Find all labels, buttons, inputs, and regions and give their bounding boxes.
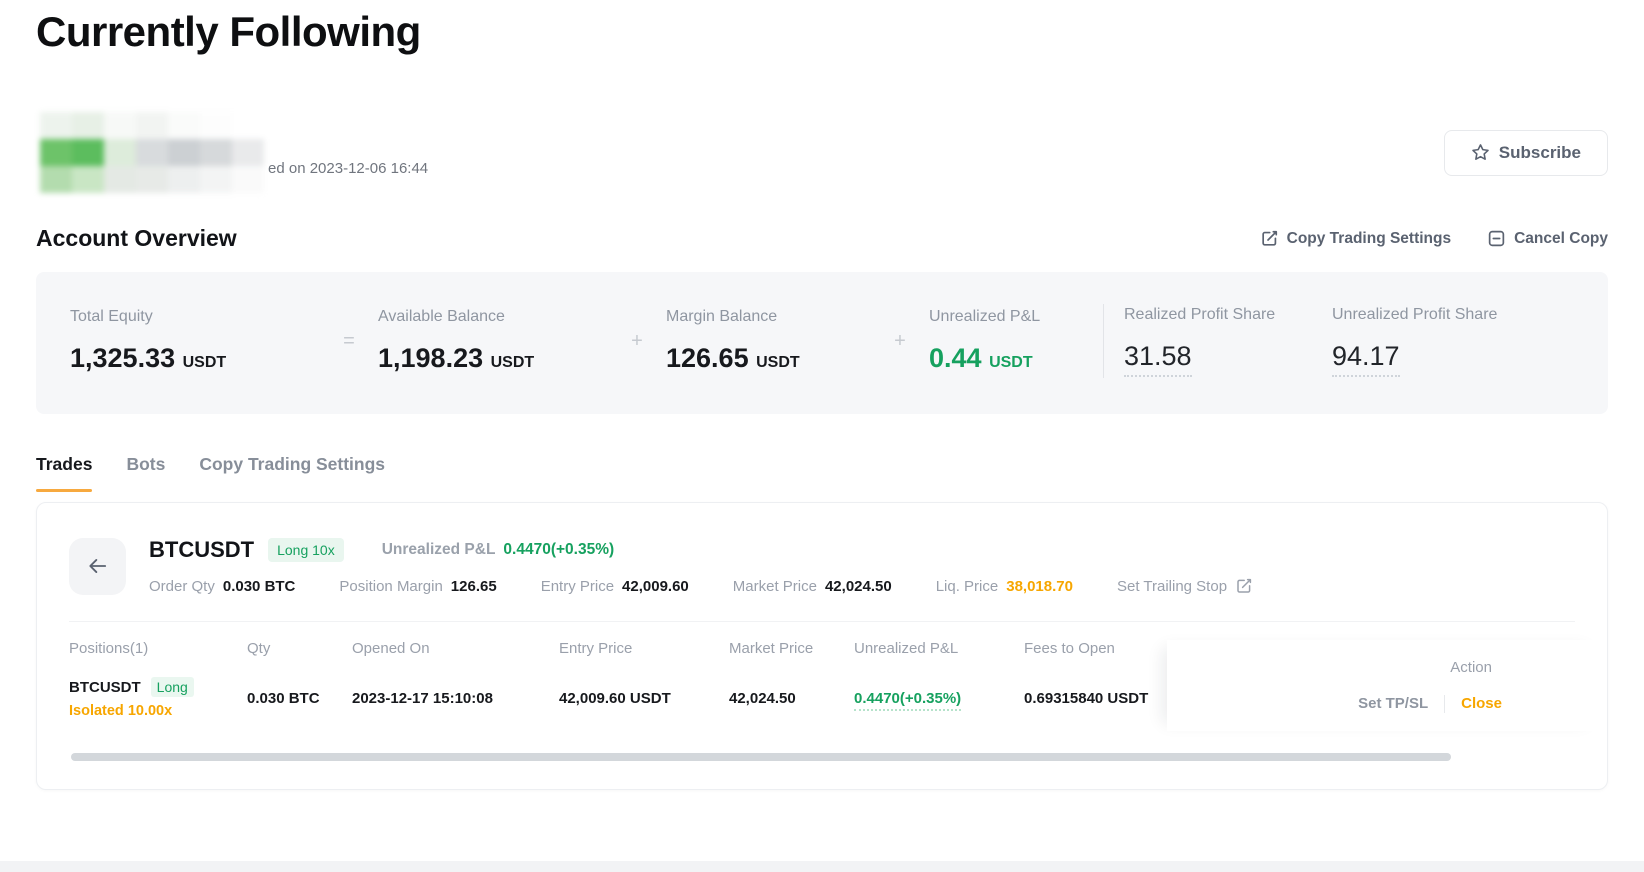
- row-symbol: BTCUSDT: [69, 678, 141, 696]
- account-overview-header: Account Overview Copy Trading Settings C…: [36, 225, 1608, 252]
- row-margin-mode: Isolated 10.00x: [69, 703, 173, 719]
- stat-available-balance: Available Balance 1,198.23 USDT: [378, 308, 535, 373]
- trades-panel: BTCUSDT Long 10x Unrealized P&L 0.4470(+…: [36, 502, 1608, 790]
- tab-trades[interactable]: Trades: [36, 454, 93, 492]
- col-positions: Positions(1): [69, 640, 149, 657]
- scrollbar-thumb[interactable]: [71, 753, 1451, 761]
- cancel-copy-button[interactable]: Cancel Copy: [1487, 229, 1608, 248]
- back-button[interactable]: [69, 537, 126, 595]
- edit-icon: [1235, 577, 1253, 595]
- avatar-pixel: [168, 166, 200, 193]
- action-separator: [1444, 694, 1446, 713]
- cancel-copy-label: Cancel Copy: [1514, 229, 1608, 247]
- copied-on-date: ed on 2023-12-06 16:44: [268, 160, 429, 177]
- avatar-pixel: [200, 112, 232, 139]
- copy-trading-settings-button[interactable]: Copy Trading Settings: [1260, 229, 1451, 248]
- avatar-pixel: [168, 139, 200, 166]
- row-symbol-cell: BTCUSDT Long Isolated 10.00x: [69, 677, 247, 719]
- set-tpsl-button[interactable]: Set TP/SL: [1358, 695, 1428, 712]
- avatar-pixel: [232, 139, 264, 166]
- row-entry-price: 42,009.60 USDT: [559, 689, 671, 707]
- minus-square-icon: [1487, 229, 1506, 248]
- avatar-pixel: [232, 112, 264, 139]
- copy-trading-settings-label: Copy Trading Settings: [1286, 229, 1452, 247]
- avatar-pixel: [104, 112, 136, 139]
- avatar-pixel: [72, 166, 104, 193]
- plus-operator: +: [894, 329, 906, 352]
- unrealized-pnl-label: Unrealized P&L: [381, 541, 496, 558]
- account-stats-bar: Total Equity 1,325.33 USDT = Available B…: [36, 272, 1608, 414]
- avatar-pixel: [104, 166, 136, 193]
- account-overview-title: Account Overview: [36, 225, 237, 251]
- avatar-pixel: [40, 166, 72, 193]
- col-opened-on: Opened On: [352, 640, 430, 657]
- col-action: Action: [1450, 658, 1492, 676]
- row-unrealized-pnl: 0.4470(+0.35%): [854, 689, 962, 711]
- subscribe-label: Subscribe: [1498, 142, 1581, 162]
- avatar-pixel: [40, 139, 72, 166]
- currently-following-page: Currently Following ed on 2023-12-06 16:…: [0, 8, 1644, 790]
- account-overview-actions: Copy Trading Settings Cancel Copy: [1260, 229, 1608, 248]
- subscribe-button[interactable]: Subscribe: [1443, 129, 1608, 176]
- stat-unrealized-profit-share: Unrealized Profit Share 94.17: [1332, 306, 1532, 377]
- avatar-pixel: [40, 112, 72, 139]
- stat-total-equity: Total Equity 1,325.33 USDT: [70, 308, 227, 373]
- col-unrealized-pnl: Unrealized P&L: [854, 640, 959, 657]
- col-market-price: Market Price: [729, 640, 814, 657]
- plus-operator: +: [631, 329, 643, 352]
- avatar-pixel: [72, 139, 104, 166]
- position-symbol: BTCUSDT: [149, 537, 255, 562]
- card-divider: [69, 621, 1575, 622]
- stat-unrealized-pnl: Unrealized P&L 0.44 USDT: [929, 308, 1041, 373]
- row-qty: 0.030 BTC: [247, 689, 320, 707]
- positions-table: Positions(1) Qty Opened On Entry Price M…: [37, 640, 1607, 731]
- position-card-header: BTCUSDT Long 10x Unrealized P&L 0.4470(+…: [37, 503, 1607, 595]
- stat-margin-balance: Margin Balance 126.65 USDT: [666, 308, 800, 373]
- row-side-badge: Long: [150, 677, 194, 697]
- next-section-edge: [0, 861, 1644, 872]
- avatar-pixel: [136, 139, 168, 166]
- content-tabs: Trades Bots Copy Trading Settings: [36, 454, 1608, 492]
- col-qty: Qty: [247, 640, 271, 657]
- side-leverage-badge: Long 10x: [268, 538, 344, 562]
- market-price: Market Price 42,024.50: [732, 577, 892, 595]
- equals-operator: =: [343, 329, 355, 352]
- avatar-pixel: [232, 166, 264, 193]
- order-qty: Order Qty 0.030 BTC: [149, 577, 296, 595]
- row-opened-on: 2023-12-17 15:10:08: [352, 689, 493, 707]
- avatar-pixel: [136, 166, 168, 193]
- leader-profile-row: ed on 2023-12-06 16:44 Subscribe: [40, 112, 1608, 193]
- tab-bots[interactable]: Bots: [126, 454, 165, 475]
- leader-avatar-blurred: [40, 112, 264, 193]
- avatar-pixel: [168, 112, 200, 139]
- sticky-action-column: Action Set TP/SL Close: [1167, 640, 1607, 731]
- edit-icon: [1260, 229, 1279, 248]
- page-title: Currently Following: [36, 8, 421, 55]
- entry-price: Entry Price 42,009.60: [540, 577, 689, 595]
- avatar-pixel: [104, 139, 136, 166]
- stat-realized-profit-share: Realized Profit Share 31.58: [1124, 306, 1332, 377]
- set-trailing-stop-button[interactable]: Set Trailing Stop: [1117, 577, 1253, 595]
- liq-price: Liq. Price 38,018.70: [935, 577, 1073, 595]
- avatar-pixel: [136, 112, 168, 139]
- tab-copy-trading-settings[interactable]: Copy Trading Settings: [199, 454, 385, 475]
- horizontal-scrollbar: [71, 753, 1575, 761]
- close-position-button[interactable]: Close: [1461, 695, 1502, 712]
- stats-divider: [1103, 304, 1104, 378]
- unrealized-pnl-value: 0.4470(+0.35%): [503, 541, 615, 558]
- row-market-price: 42,024.50: [729, 689, 796, 707]
- position-margin: Position Margin 126.65: [339, 577, 497, 595]
- avatar-pixel: [200, 166, 232, 193]
- avatar-pixel: [72, 112, 104, 139]
- col-entry-price: Entry Price: [559, 640, 633, 657]
- position-summary: BTCUSDT Long 10x Unrealized P&L 0.4470(+…: [149, 537, 1253, 595]
- arrow-left-icon: [87, 555, 109, 577]
- star-icon: [1471, 143, 1490, 162]
- avatar-pixel: [200, 139, 232, 166]
